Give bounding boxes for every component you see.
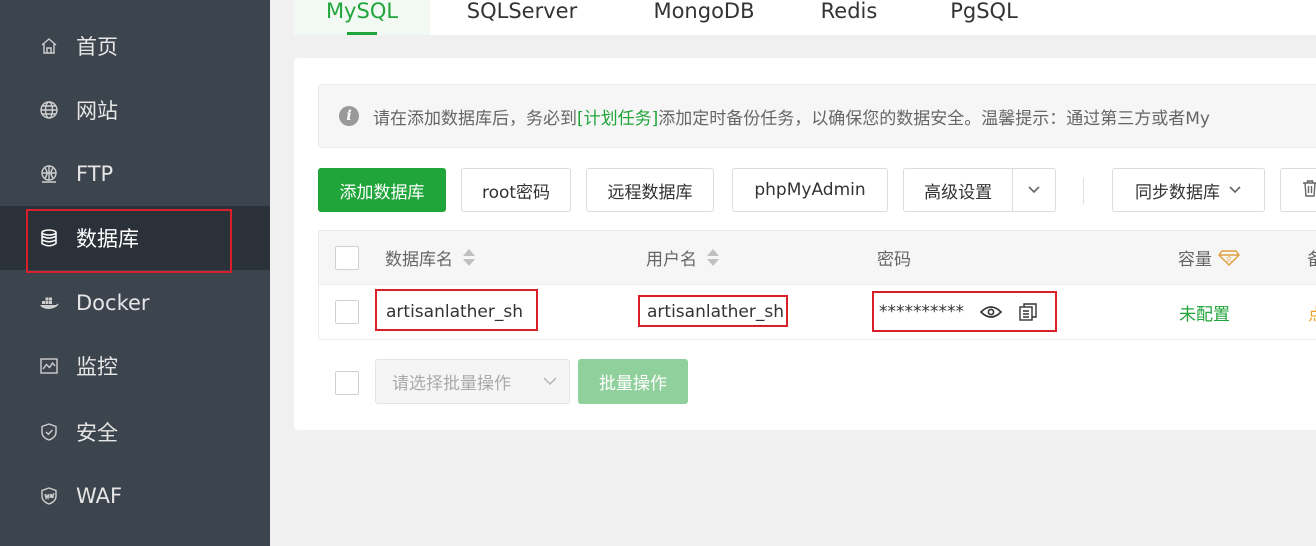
- sync-database-label: 同步数据库: [1135, 182, 1220, 203]
- sort-icon: [707, 249, 719, 266]
- sort-icon: [463, 249, 475, 266]
- delete-button[interactable]: [1280, 168, 1316, 212]
- waf-shield-icon: [38, 485, 60, 507]
- chevron-down-icon: [541, 372, 559, 395]
- tab-label: Redis: [820, 0, 878, 23]
- batch-select-placeholder: 请选择批量操作: [392, 374, 511, 394]
- tab-sqlserver[interactable]: SQLServer: [442, 0, 602, 35]
- svg-text:企: 企: [1226, 255, 1232, 263]
- column-header-password: 密码: [877, 250, 911, 270]
- more-link[interactable]: 点: [1308, 285, 1316, 339]
- monitor-icon: [38, 355, 60, 377]
- advanced-settings-dropdown[interactable]: 高级设置: [903, 168, 1056, 212]
- chevron-down-icon[interactable]: [1013, 169, 1055, 211]
- sidebar-item-label: 网站: [76, 99, 118, 123]
- toolbar-divider: [1083, 178, 1084, 204]
- column-header-capacity: 容量 企: [1178, 231, 1240, 284]
- sidebar-item-label: 安全: [76, 421, 118, 445]
- tab-mysql[interactable]: MySQL: [294, 0, 430, 35]
- header-label: 用户名: [646, 250, 697, 270]
- tab-mongodb[interactable]: MongoDB: [624, 0, 784, 35]
- chevron-down-icon: [1228, 185, 1242, 195]
- sidebar-item-ftp[interactable]: FTP: [0, 142, 270, 206]
- column-header-more: 备: [1307, 250, 1316, 270]
- sidebar-item-monitor[interactable]: 监控: [0, 334, 270, 398]
- add-database-button[interactable]: 添加数据库: [318, 168, 446, 212]
- database-panel: i 请在添加数据库后，务必到 [计划任务] 添加定时备份任务，以确保您的数据安全…: [294, 58, 1316, 430]
- shield-icon: [38, 421, 60, 443]
- header-label: 数据库名: [385, 250, 453, 270]
- advanced-settings-button[interactable]: 高级设置: [904, 169, 1014, 211]
- info-icon: i: [339, 106, 359, 126]
- sync-database-button[interactable]: 同步数据库: [1112, 168, 1265, 212]
- column-header-user[interactable]: 用户名: [646, 231, 719, 284]
- notice-banner: i 请在添加数据库后，务必到 [计划任务] 添加定时备份任务，以确保您的数据安全…: [318, 84, 1316, 148]
- sidebar-item-label: 首页: [76, 35, 118, 59]
- ftp-icon: [38, 163, 60, 185]
- tab-pgsql[interactable]: PgSQL: [924, 0, 1044, 35]
- sidebar-item-security[interactable]: 安全: [0, 400, 270, 464]
- eye-icon[interactable]: [980, 304, 1002, 320]
- sidebar-item-label: 监控: [76, 355, 118, 379]
- phpmyadmin-button[interactable]: phpMyAdmin: [732, 168, 888, 212]
- select-all-checkbox[interactable]: [335, 246, 359, 270]
- table-header: 数据库名 用户名 密码 容量 企 备: [318, 230, 1316, 285]
- batch-operation-button[interactable]: 批量操作: [578, 359, 688, 404]
- sidebar-item-label: FTP: [76, 162, 114, 186]
- sidebar-item-waf[interactable]: WAF: [0, 464, 270, 528]
- capacity-config-link[interactable]: 未配置: [1179, 285, 1230, 339]
- sidebar: 首页 网站 FTP 数据库 Docker 监控 安全 WAF: [0, 0, 270, 546]
- batch-select-all-checkbox[interactable]: [335, 371, 359, 395]
- db-user-cell: artisanlather_sh: [647, 302, 785, 322]
- sidebar-item-database[interactable]: 数据库: [0, 206, 270, 270]
- database-icon: [38, 227, 60, 249]
- tab-label: MongoDB: [653, 0, 755, 23]
- row-checkbox[interactable]: [335, 300, 359, 324]
- docker-icon: [38, 292, 60, 314]
- remote-database-button[interactable]: 远程数据库: [586, 168, 714, 212]
- db-name-cell[interactable]: artisanlather_sh: [386, 285, 523, 339]
- sidebar-item-label: WAF: [76, 484, 123, 508]
- tab-redis[interactable]: Redis: [794, 0, 904, 35]
- password-mask: **********: [879, 302, 964, 322]
- tab-label: PgSQL: [950, 0, 1018, 23]
- copy-icon[interactable]: [1018, 302, 1038, 322]
- root-password-button[interactable]: root密码: [461, 168, 571, 212]
- notice-suffix: 添加定时备份任务，以确保您的数据安全。温馨提示：通过第三方或者My: [658, 108, 1210, 129]
- tab-label: SQLServer: [466, 0, 578, 23]
- sidebar-item-docker[interactable]: Docker: [0, 271, 270, 335]
- diamond-icon[interactable]: 企: [1218, 249, 1240, 266]
- sidebar-item-website[interactable]: 网站: [0, 78, 270, 142]
- db-password-cell: **********: [879, 285, 1038, 339]
- globe-icon: [38, 99, 60, 121]
- column-header-name[interactable]: 数据库名: [385, 231, 475, 284]
- db-type-tabs: MySQL SQLServer MongoDB Redis PgSQL: [294, 0, 1316, 35]
- sidebar-item-home[interactable]: 首页: [0, 14, 270, 78]
- header-label: 容量: [1178, 250, 1212, 270]
- tab-label: MySQL: [325, 0, 399, 23]
- sidebar-item-label: Docker: [76, 291, 150, 315]
- cron-task-link[interactable]: [计划任务]: [577, 104, 658, 129]
- trash-icon: [1302, 179, 1316, 202]
- batch-operation-select[interactable]: 请选择批量操作: [375, 359, 570, 404]
- sidebar-item-label: 数据库: [76, 227, 139, 251]
- table-row: artisanlather_sh artisanlather_sh ******…: [318, 285, 1316, 340]
- notice-prefix: 请在添加数据库后，务必到: [373, 108, 577, 129]
- home-icon: [38, 35, 60, 57]
